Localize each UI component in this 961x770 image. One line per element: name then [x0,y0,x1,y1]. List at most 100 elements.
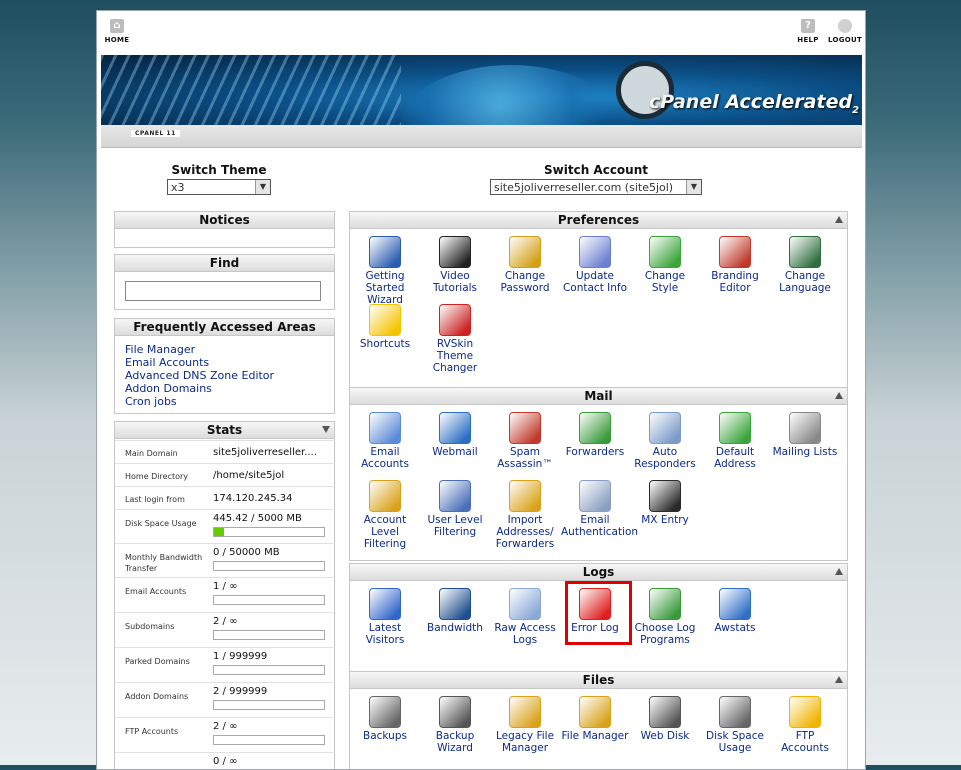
collapse-arrow-icon[interactable] [322,426,330,433]
icon-label: Change Password [500,270,550,294]
version-text: 2 [852,104,860,116]
usage-bar [213,561,325,571]
bandwidth-monitor-icon [439,588,471,620]
backup-drive-icon [369,696,401,728]
icon-label: Web Disk [640,730,690,742]
icon-link[interactable]: Raw Access Logs [491,588,559,646]
switch-theme-title: Switch Theme [171,163,267,177]
disk-usage-icon [719,696,751,728]
frequent-link[interactable]: Advanced DNS Zone Editor [125,369,274,382]
icon-label: Latest Visitors [365,622,405,646]
stats-value: site5joliverreseller.... [213,447,317,458]
icon-link[interactable]: Change Language [771,236,839,294]
star-icon [369,304,401,336]
collapse-arrow-icon[interactable] [835,568,843,575]
icon-link[interactable]: MX Entry [631,480,699,526]
logs-title: Logs [582,565,615,579]
icon-link[interactable]: Update Contact Info [561,236,629,294]
icon-link[interactable]: Spam Assassin™ [491,412,559,470]
icon-label: RVSkin Theme Changer [432,338,478,374]
icon-link[interactable]: Default Address [701,412,769,470]
icon-link[interactable]: Legacy File Manager [491,696,559,754]
logout-user-icon [838,19,852,33]
filter-icon [369,480,401,512]
home-link[interactable]: ⌂ HOME [97,19,137,44]
icon-link[interactable]: Video Tutorials [421,236,489,294]
icon-link[interactable]: Change Password [491,236,559,294]
help-link[interactable]: ? HELP [788,19,828,44]
icon-label: Import Addresses/ Forwarders [495,514,555,550]
frequent-links: File Manager Email Accounts Advanced DNS Z… [125,343,274,408]
icon-link[interactable]: Getting Started Wizard [351,236,419,306]
logout-link[interactable]: LOGOUT [825,19,865,44]
stats-row: Subdomains 2 / ∞ [115,612,333,648]
frequent-link[interactable]: File Manager [125,343,274,356]
find-input[interactable] [125,281,321,301]
home-label: HOME [104,36,130,44]
icon-link[interactable]: RVSkin Theme Changer [421,304,489,374]
stats-row: Email Accounts 1 / ∞ [115,577,333,613]
icon-link[interactable]: Forwarders [561,412,629,458]
stats-key: Last login from [125,495,185,504]
visitors-icon [369,588,401,620]
icon-label: Getting Started Wizard [365,270,405,306]
icon-link[interactable]: File Manager [561,696,629,742]
icon-link[interactable]: FTP Accounts [771,696,839,754]
stats-value: 2 / ∞ [213,721,238,732]
icon-link[interactable]: Email Authentication [561,480,638,538]
collapse-arrow-icon[interactable] [835,216,843,223]
preferences-header: Preferences [350,212,847,229]
accelerated-text: Accelerated [725,91,853,113]
collapse-arrow-icon[interactable] [835,676,843,683]
ftp-icon [789,696,821,728]
logs-header: Logs [350,564,847,581]
stats-key: FTP Accounts [125,727,179,736]
icon-link[interactable]: Backup Wizard [421,696,489,754]
icon-link[interactable]: Web Disk [631,696,699,742]
stats-key: Parked Domains [125,657,190,666]
frequent-link[interactable]: Addon Domains [125,382,274,395]
logs-panel: Logs Latest Visitors Bandwidth Raw Access … [349,563,848,675]
icon-link[interactable]: Backups [351,696,419,742]
icon-link[interactable]: Shortcuts [351,304,419,350]
icon-link[interactable]: Branding Editor [701,236,769,294]
usage-bar-fill [214,528,224,536]
icon-link[interactable]: Bandwidth [421,588,489,634]
icon-link[interactable]: Disk Space Usage [701,696,769,754]
chevron-down-icon: ▼ [686,180,701,194]
collapse-arrow-icon[interactable] [835,392,843,399]
usage-bar [213,665,325,675]
language-icon [789,236,821,268]
icon-link[interactable]: Import Addresses/ Forwarders [491,480,559,550]
stats-row: 0 / ∞ [115,752,333,769]
icon-link[interactable]: User Level Filtering [421,480,489,538]
version-label: CPANEL 11 [131,130,180,137]
frequent-link[interactable]: Cron jobs [125,395,274,408]
icon-link[interactable]: Webmail [421,412,489,458]
icon-link[interactable]: Latest Visitors [351,588,419,646]
icon-label: Forwarders [565,446,625,458]
icon-link[interactable]: Awstats [701,588,769,634]
frequent-link[interactable]: Email Accounts [125,356,274,369]
notices-title: Notices [115,212,334,229]
stats-row: FTP Accounts 2 / ∞ [115,717,333,753]
icon-label: File Manager [561,730,629,742]
theme-select[interactable]: x3 ▼ [167,179,271,195]
files-title: Files [582,673,615,687]
icon-link[interactable]: Account Level Filtering [351,480,419,550]
icon-link[interactable]: Choose Log Programs [631,588,699,646]
mail-header: Mail [350,388,847,405]
icon-link[interactable]: Email Accounts [351,412,419,470]
icon-label: FTP Accounts [781,730,829,754]
cpanel-banner: cPanel Accelerated2 [101,55,862,125]
icon-label: Shortcuts [359,338,411,350]
icon-link[interactable]: Auto Responders [631,412,699,470]
account-select[interactable]: site5joliverreseller.com (site5jol) ▼ [490,179,702,195]
icon-label: Mailing Lists [772,446,838,458]
icon-link[interactable]: Change Style [631,236,699,294]
icon-label: User Level Filtering [427,514,483,538]
icon-label: Backups [363,730,407,742]
icon-link[interactable]: Mailing Lists [771,412,839,458]
globe-graphic [401,65,621,125]
usage-bar [213,735,325,745]
